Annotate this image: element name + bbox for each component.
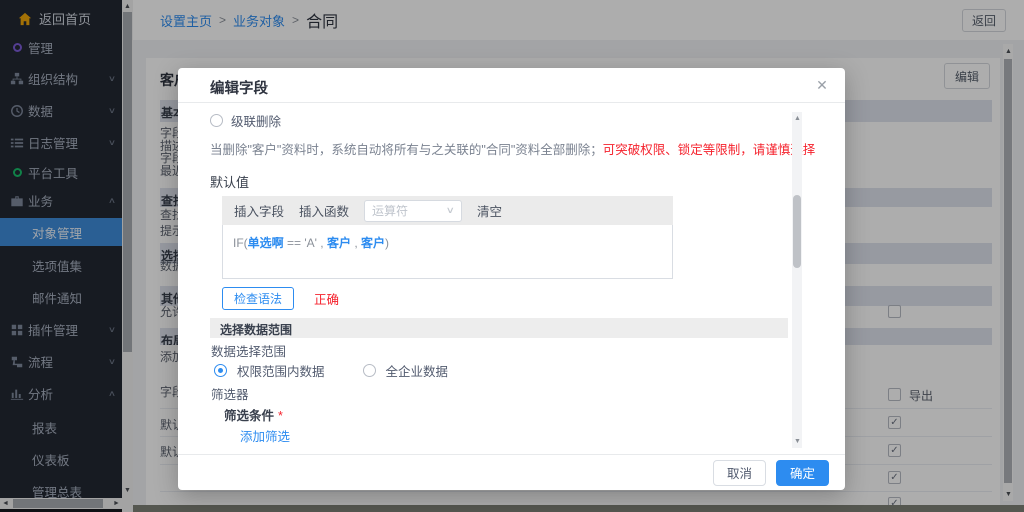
radio-unchecked-icon[interactable] bbox=[210, 114, 223, 127]
add-filter-link[interactable]: 添加筛选 bbox=[240, 426, 290, 445]
modal-scrollbar-thumb[interactable] bbox=[793, 195, 801, 268]
formula-text: ) bbox=[385, 236, 389, 250]
syntax-check-row: 检查语法 正确 bbox=[222, 287, 339, 310]
scroll-down-arrow[interactable]: ▼ bbox=[794, 437, 801, 447]
close-icon[interactable]: ✕ bbox=[813, 76, 831, 94]
check-syntax-button[interactable]: 检查语法 bbox=[222, 287, 294, 310]
formula-text: == 'A' , bbox=[284, 236, 327, 250]
clear-button[interactable]: 清空 bbox=[477, 201, 502, 220]
formula-editor[interactable]: IF(单选啊 == 'A' , 客户 , 客户) bbox=[222, 225, 673, 279]
cascade-delete-note: 当删除"客户"资料时，系统自动将所有与之关联的"合同"资料全部删除；可突破权限、… bbox=[210, 139, 815, 158]
formula-text: , bbox=[351, 236, 361, 250]
formula-field-token[interactable]: 单选啊 bbox=[248, 236, 284, 250]
insert-function-button[interactable]: 插入函数 bbox=[299, 201, 349, 220]
confirm-button[interactable]: 确定 bbox=[776, 460, 829, 486]
cancel-button[interactable]: 取消 bbox=[713, 460, 766, 486]
default-value-label: 默认值 bbox=[210, 172, 249, 191]
formula-field-token[interactable]: 客户 bbox=[327, 236, 351, 250]
insert-field-button[interactable]: 插入字段 bbox=[234, 201, 284, 220]
scope-option-enterprise-label[interactable]: 全企业数据 bbox=[386, 361, 449, 380]
radio-unchecked-icon[interactable] bbox=[363, 364, 376, 377]
scroll-up-arrow[interactable]: ▲ bbox=[794, 114, 801, 124]
modal-header: 编辑字段 ✕ bbox=[178, 68, 845, 103]
filter-label: 筛选器 bbox=[211, 384, 249, 403]
danger-note: 可突破权限、锁定等限制，请谨慎选择 bbox=[603, 143, 816, 157]
modal-title: 编辑字段 bbox=[210, 77, 268, 98]
filter-condition-label: 筛选条件* bbox=[224, 405, 283, 424]
chevron-down-icon: ∨ bbox=[446, 205, 455, 216]
edit-field-modal: 编辑字段 ✕ 级联删除 当删除"客户"资料时，系统自动将所有与之关联的"合同"资… bbox=[178, 68, 845, 490]
syntax-result-text: 正确 bbox=[314, 289, 339, 308]
data-scope-radio-group: 权限范围内数据 全企业数据 bbox=[214, 361, 448, 380]
operator-placeholder: 运算符 bbox=[372, 202, 408, 219]
cascade-delete-label: 级联删除 bbox=[231, 111, 281, 130]
data-scope-label: 数据选择范围 bbox=[211, 341, 286, 360]
select-data-scope-section-header: 选择数据范围 bbox=[210, 318, 788, 338]
operator-select[interactable]: 运算符 ∨ bbox=[364, 200, 462, 222]
formula-field-token[interactable]: 客户 bbox=[361, 236, 385, 250]
modal-footer: 取消 确定 bbox=[178, 454, 845, 490]
formula-widget: 插入字段 插入函数 运算符 ∨ 清空 IF(单选啊 == 'A' , 客户 , … bbox=[222, 196, 673, 279]
formula-toolbar: 插入字段 插入函数 运算符 ∨ 清空 bbox=[222, 196, 673, 225]
cascade-delete-radio-row[interactable]: 级联删除 bbox=[210, 111, 281, 130]
modal-scrollbar[interactable]: ▲ ▼ bbox=[792, 112, 802, 448]
radio-checked-icon[interactable] bbox=[214, 364, 227, 377]
required-asterisk: * bbox=[278, 409, 283, 423]
scope-option-permission-label[interactable]: 权限范围内数据 bbox=[237, 361, 325, 380]
screen: 设置主页 > 业务对象 > 合同 返回 客户2 编辑 基本信息 查找信息 选择数… bbox=[0, 0, 1024, 512]
formula-text: IF( bbox=[233, 236, 248, 250]
